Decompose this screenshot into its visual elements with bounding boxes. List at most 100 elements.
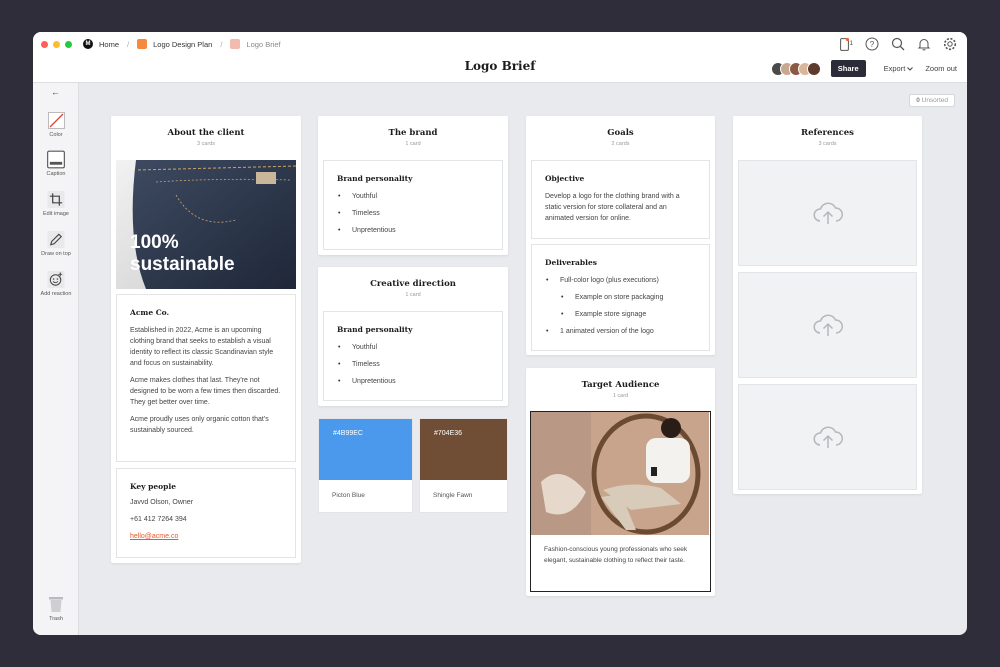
tool-label: Edit image xyxy=(43,211,69,217)
unsorted-button[interactable]: 0 Unsorted xyxy=(909,94,955,107)
image-upload-placeholder[interactable] xyxy=(738,160,917,266)
pencil-icon xyxy=(47,230,65,248)
personality-list: Youthful Timeless Unpretentious xyxy=(337,191,489,242)
image-text-line: 100% xyxy=(130,232,179,253)
list-item: Unpretentious xyxy=(337,225,489,242)
caption-icon xyxy=(47,150,65,168)
svg-text:?: ? xyxy=(870,40,875,49)
swatch-hex: #4B99EC xyxy=(319,419,412,480)
unsorted-count: 0 xyxy=(916,97,920,104)
notification-count: 1 xyxy=(849,41,853,47)
unsorted-label: Unsorted xyxy=(921,97,948,104)
caption-tool[interactable]: Caption xyxy=(33,150,79,177)
card-paragraph: Established in 2022, Acme is an upcoming… xyxy=(130,327,274,367)
minimize-window-button[interactable] xyxy=(53,41,60,48)
search-icon[interactable] xyxy=(891,37,905,51)
jeans-image[interactable]: 100% sustainable xyxy=(116,160,296,289)
column-title: Target Audience xyxy=(581,380,660,390)
breadcrumb-label: Home xyxy=(99,39,120,49)
column-the-brand[interactable]: The brand 1 card Brand personality Youth… xyxy=(318,116,508,255)
column-card-count: 3 cards xyxy=(196,141,216,147)
tool-sidebar: ← Color Caption Edit image Draw on top A… xyxy=(33,83,79,635)
column-about-the-client[interactable]: About the client 3 cards 100% sustainabl… xyxy=(111,116,301,563)
list-item: Timeless xyxy=(337,359,489,376)
top-bar: M Home / Logo Design Plan / Logo Brief L… xyxy=(33,32,967,83)
milanote-logo-icon: M xyxy=(83,39,93,49)
help-icon[interactable]: ? xyxy=(865,37,879,51)
trash-icon xyxy=(47,595,65,613)
collapse-sidebar-arrow-icon[interactable]: ← xyxy=(51,87,60,97)
card-audience[interactable]: Fashion-conscious young professionals wh… xyxy=(530,411,711,592)
card-title: Key people xyxy=(130,482,176,491)
app-window: M Home / Logo Design Plan / Logo Brief L… xyxy=(33,32,967,635)
card-title: Deliverables xyxy=(545,258,598,267)
share-button[interactable]: Share xyxy=(830,60,866,77)
email-link[interactable]: hello@acme.co xyxy=(130,533,178,540)
cloud-upload-icon xyxy=(813,426,843,448)
card-key-people[interactable]: Key people Javvd Olson, Owner +61 412 72… xyxy=(116,468,296,558)
tool-label: Add reaction xyxy=(40,291,72,297)
swatch-hex: #704E36 xyxy=(420,419,507,480)
column-creative-direction[interactable]: Creative direction 1 card Brand personal… xyxy=(318,267,508,406)
maximize-window-button[interactable] xyxy=(65,41,72,48)
trash-button[interactable]: Trash xyxy=(33,595,79,622)
column-card-count: 2 cards xyxy=(611,141,630,147)
column-title: References xyxy=(801,128,854,138)
list-item: Full-color logo (plus executions) xyxy=(545,275,696,292)
audience-photo xyxy=(531,412,709,535)
image-upload-placeholder[interactable] xyxy=(738,384,917,490)
export-button[interactable]: Export xyxy=(884,64,914,73)
close-window-button[interactable] xyxy=(41,41,48,48)
card-title: Objective xyxy=(545,174,585,183)
card-brand-personality[interactable]: Brand personality Youthful Timeless Unpr… xyxy=(323,160,503,250)
draw-on-top-tool[interactable]: Draw on top xyxy=(33,230,79,257)
top-icons: 1 ? xyxy=(839,37,957,51)
tool-label: Trash xyxy=(49,616,63,622)
bell-icon[interactable] xyxy=(917,37,931,51)
collaborator-avatars[interactable] xyxy=(770,61,821,76)
breadcrumb: M Home / Logo Design Plan / Logo Brief xyxy=(83,39,281,49)
tool-label: Caption xyxy=(46,171,66,177)
color-tool[interactable]: Color xyxy=(33,111,79,138)
column-target-audience[interactable]: Target Audience 1 card Fashion-conscious… xyxy=(526,368,715,596)
card-acme-co[interactable]: Acme Co. Established in 2022, Acme is an… xyxy=(116,294,296,462)
audience-caption: Fashion-conscious young professionals wh… xyxy=(544,546,688,564)
card-paragraph: Acme makes clothes that last. They're no… xyxy=(130,377,281,406)
column-card-count: 1 card xyxy=(405,141,421,147)
column-goals[interactable]: Goals 2 cards Objective Develop a logo f… xyxy=(526,116,715,355)
list-item: Youthful xyxy=(337,191,489,208)
breadcrumb-home[interactable]: M Home xyxy=(83,39,119,49)
column-card-count: 1 card xyxy=(612,393,629,399)
list-item: Example on store packaging xyxy=(545,292,696,309)
gear-icon[interactable] xyxy=(943,37,957,51)
list-item: Youthful xyxy=(337,342,489,359)
card-deliverables[interactable]: Deliverables Full-color logo (plus execu… xyxy=(531,244,710,351)
swatch-shingle-fawn[interactable]: #704E36 Shingle Fawn xyxy=(419,418,508,513)
image-upload-placeholder[interactable] xyxy=(738,272,917,378)
zoom-out-button[interactable]: Zoom out xyxy=(925,64,957,73)
breadcrumb-logo-brief[interactable]: Logo Brief xyxy=(230,39,281,49)
card-paragraph: Acme proudly uses only organic cotton th… xyxy=(130,416,269,434)
card-creative-personality[interactable]: Brand personality Youthful Timeless Unpr… xyxy=(323,311,503,401)
list-item: Unpretentious xyxy=(337,376,489,393)
edit-image-tool[interactable]: Edit image xyxy=(33,190,79,217)
window-controls xyxy=(41,41,72,48)
card-paragraph: Develop a logo for the clothing brand wi… xyxy=(545,193,680,222)
breadcrumb-logo-design-plan[interactable]: Logo Design Plan xyxy=(137,39,212,49)
smiley-icon xyxy=(47,270,65,288)
board-icon xyxy=(230,39,241,49)
board-icon xyxy=(137,39,148,49)
swatch-picton-blue[interactable]: #4B99EC Picton Blue xyxy=(318,418,413,513)
list-item: Example store signage xyxy=(545,309,696,326)
card-title: Brand personality xyxy=(337,325,413,334)
breadcrumb-label: Logo Brief xyxy=(246,39,281,49)
column-title: About the client xyxy=(167,128,245,138)
card-title: Acme Co. xyxy=(130,308,170,317)
card-objective[interactable]: Objective Develop a logo for the clothin… xyxy=(531,160,710,239)
column-title: Goals xyxy=(607,128,634,138)
mobile-notifications-button[interactable]: 1 xyxy=(839,37,853,51)
tool-label: Color xyxy=(49,132,63,138)
column-references[interactable]: References 3 cards xyxy=(733,116,922,494)
breadcrumb-separator: / xyxy=(127,39,130,49)
add-reaction-tool[interactable]: Add reaction xyxy=(33,270,79,297)
